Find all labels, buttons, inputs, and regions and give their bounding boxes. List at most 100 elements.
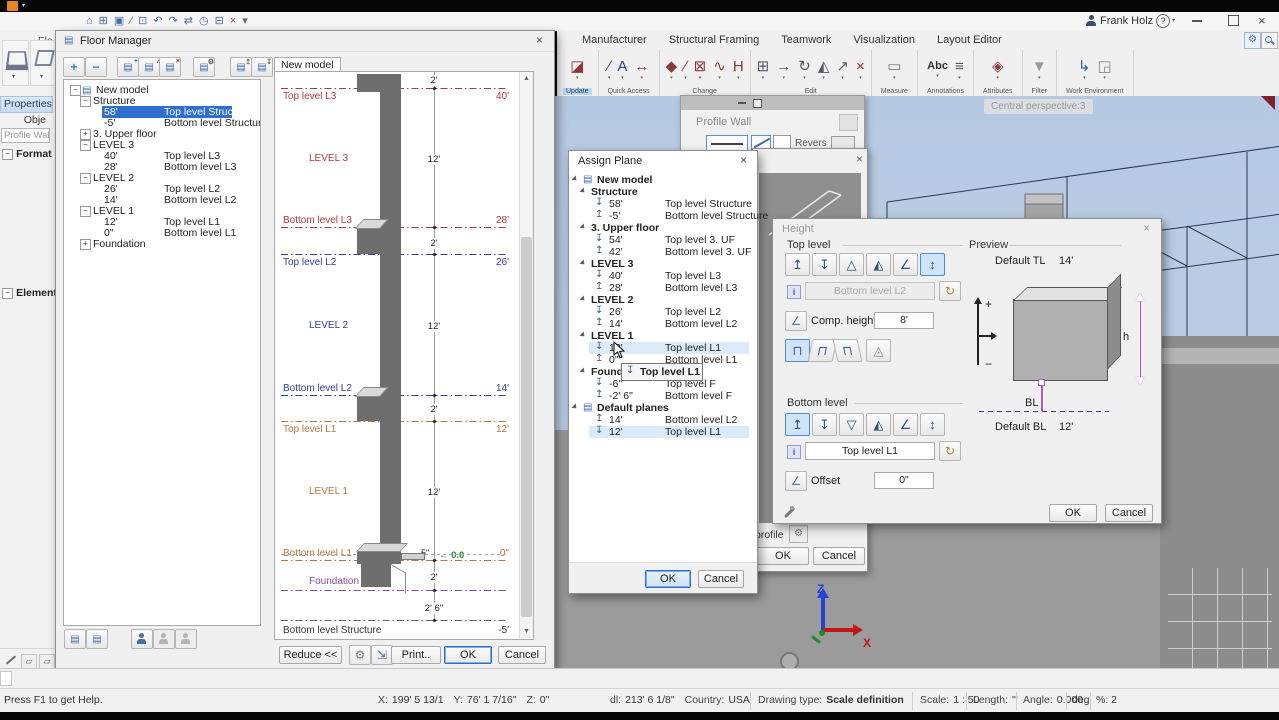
dimension-icon[interactable]: ↔▾: [634, 59, 649, 81]
close-window-button[interactable]: ×: [1258, 13, 1266, 28]
profile-name-field[interactable]: Profile Wall: [1, 128, 50, 143]
tree-row-foundation[interactable]: +Foundation: [64, 239, 260, 250]
save-icon[interactable]: ▣: [114, 13, 124, 29]
assign-plane-titlebar[interactable]: Assign Plane ×: [569, 151, 757, 171]
ap-row-new-model[interactable]: ▤New model: [569, 174, 757, 186]
ribbon-settings-icon[interactable]: ⚙: [1244, 32, 1261, 49]
properties-header[interactable]: Properties: [0, 96, 53, 113]
ap-row-top-level-l1[interactable]: ↧12'Top level L1: [569, 426, 757, 438]
ok-button[interactable]: OK: [444, 646, 492, 664]
top-level-reference-field[interactable]: Bottom level L2: [805, 282, 935, 300]
layout-icon[interactable]: ⊟: [215, 13, 224, 29]
vertical-extent-icon[interactable]: ↕: [920, 253, 945, 276]
profile-cancel-button[interactable]: Cancel: [813, 547, 865, 565]
cancel-button[interactable]: Cancel: [698, 570, 744, 588]
edit-floor-icon[interactable]: ▤∕: [138, 57, 160, 77]
app-logo-icon[interactable]: [7, 1, 18, 11]
expander-icon[interactable]: −: [80, 96, 91, 107]
vertical-extent-icon[interactable]: ↕: [920, 413, 945, 436]
tools-red-icon[interactable]: ×: [230, 13, 236, 29]
minimize-button[interactable]: [1192, 20, 1202, 22]
new-floor-icon[interactable]: ▤+: [117, 57, 139, 77]
wall-top-slope-right-icon[interactable]: ⊓: [833, 339, 863, 362]
height-titlebar[interactable]: Height ×: [773, 219, 1161, 239]
loop-icon[interactable]: ⇄: [184, 13, 193, 29]
note-icon[interactable]: ≡▾: [955, 59, 964, 81]
delete-icon[interactable]: ×▾: [856, 59, 865, 81]
close-icon[interactable]: ×: [531, 33, 548, 48]
help-icon[interactable]: ?: [1156, 14, 1170, 28]
text-icon[interactable]: A▾: [617, 59, 627, 81]
favorites-icon[interactable]: ▱: [39, 654, 55, 669]
close-icon[interactable]: ×: [735, 153, 752, 168]
ap-row-bottom-level-3-uf[interactable]: ↥42'Bottom level 3. UF: [569, 246, 757, 258]
triangle-down-arrow-icon[interactable]: ◭: [866, 413, 891, 436]
arrow-up-ground-icon[interactable]: ↥: [785, 253, 810, 276]
copy-icon[interactable]: ⊞▾: [757, 59, 770, 81]
cancel-button[interactable]: Cancel: [498, 646, 546, 664]
tree-row-level-1[interactable]: −LEVEL 1: [64, 206, 260, 217]
import-floors-icon[interactable]: ▤↥: [230, 57, 252, 77]
export-image-icon[interactable]: ⇲: [371, 645, 393, 665]
tree-row-level-2[interactable]: −LEVEL 2: [64, 173, 260, 184]
elevation-view[interactable]: Top level L340'Bottom level L328'Top lev…: [274, 71, 534, 640]
wall-top-straight-icon[interactable]: ⊓: [785, 339, 810, 362]
bottom-level-reference-field[interactable]: Top level L1: [805, 442, 935, 460]
undo-icon[interactable]: ↶: [153, 13, 162, 29]
mirror-icon[interactable]: ◭▾: [818, 59, 830, 81]
expander-arrow-icon[interactable]: [571, 403, 578, 410]
ap-row-bottom-level-f[interactable]: ↥-2' 6"Bottom level F: [569, 390, 757, 402]
expander-arrow-icon[interactable]: [579, 187, 586, 194]
move-icon[interactable]: →▾: [776, 59, 791, 81]
collapse-ribbon-icon[interactable]: ▾: [242, 13, 248, 29]
envelope-icon[interactable]: ⊠▾: [694, 59, 707, 81]
assign-user-icon[interactable]: [131, 629, 153, 649]
scroll-up-icon[interactable]: ▲: [523, 75, 530, 82]
slope-arrow-icon[interactable]: ∠: [893, 413, 918, 436]
floor-settings-icon[interactable]: ▤⚙: [193, 57, 215, 77]
tab-teamwork[interactable]: Teamwork: [770, 30, 842, 50]
eyedropper-icon[interactable]: [781, 505, 795, 519]
rotate-icon[interactable]: ↻▾: [798, 59, 811, 81]
funnel-icon[interactable]: ▼▾: [1032, 59, 1047, 81]
pencil-icon[interactable]: ∕▾: [684, 59, 687, 81]
expander-arrow-icon[interactable]: [571, 175, 578, 182]
expander-arrow-icon[interactable]: [579, 295, 586, 302]
grid-icon[interactable]: ⊞: [99, 13, 108, 29]
arrow-down-line-icon[interactable]: ↧: [812, 413, 837, 436]
expander-arrow-icon[interactable]: [579, 367, 586, 374]
expander-arrow-icon[interactable]: [579, 223, 586, 230]
eraser-icon[interactable]: ◆▾: [666, 59, 678, 81]
delete-floor-icon[interactable]: ▤×: [159, 57, 181, 77]
arrow-up-ground-icon[interactable]: ↥: [785, 413, 810, 436]
tab-structural-framing[interactable]: Structural Framing: [658, 30, 770, 50]
user-gray1-icon[interactable]: [153, 629, 175, 649]
ap-row-bottom-level-structure[interactable]: ↥-5'Bottom level Structure: [569, 210, 757, 222]
offset-field[interactable]: 0": [874, 472, 934, 489]
abc-icon[interactable]: Abc▾: [927, 61, 948, 79]
axes-icon[interactable]: ↳▾: [1078, 59, 1091, 81]
ap-row-bottom-level-l3[interactable]: ↥28'Bottom level L3: [569, 282, 757, 294]
ap-row-bottom-level-l2[interactable]: ↥14'Bottom level L2: [569, 318, 757, 330]
floor-manager-titlebar[interactable]: ▤ Floor Manager ×: [56, 31, 554, 52]
format-section-toggle[interactable]: − Format: [2, 148, 52, 160]
triangle-down-icon[interactable]: ▽: [839, 413, 864, 436]
ribbon-search-icon[interactable]: [1261, 32, 1278, 49]
tab-manufacturer[interactable]: Manufacturer: [571, 30, 658, 50]
ok-button[interactable]: OK: [645, 570, 691, 588]
elevation-scrollbar[interactable]: ▲ ▼: [519, 72, 533, 638]
building-icon[interactable]: ⌂: [86, 13, 93, 29]
stretch-icon[interactable]: ↗▾: [836, 59, 849, 81]
model-tab[interactable]: New model: [274, 57, 341, 72]
add-row-icon[interactable]: +: [63, 57, 85, 77]
wrench-button[interactable]: ⚙: [789, 525, 808, 543]
brush-plus-icon[interactable]: ◈▾: [992, 59, 1004, 81]
tab-layout-editor[interactable]: Layout Editor: [926, 30, 1013, 50]
remove-row-icon[interactable]: −: [85, 57, 107, 77]
edit-page-icon[interactable]: ∕: [130, 13, 132, 29]
expander-icon[interactable]: −: [80, 173, 91, 184]
expander-arrow-icon[interactable]: [579, 259, 586, 266]
wall-tool-button[interactable]: ▾: [2, 40, 29, 86]
ruler-icon[interactable]: ▭▾: [887, 59, 901, 81]
floor-tree-panel[interactable]: −▤New model−Structure58'Top level Struct…: [63, 79, 261, 626]
